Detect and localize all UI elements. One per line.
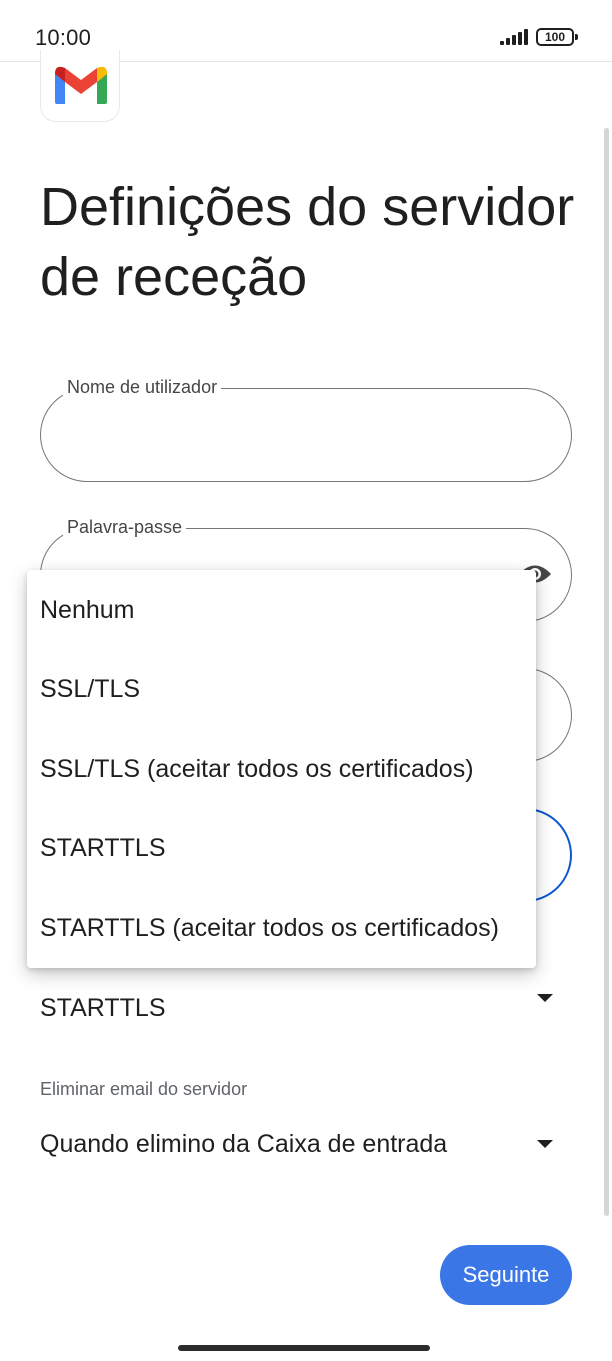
gmail-logo-icon bbox=[55, 66, 107, 104]
page-title: Definições do servidor de receção bbox=[40, 177, 575, 307]
username-field[interactable]: Nome de utilizador bbox=[40, 377, 572, 482]
security-type-select[interactable]: STARTTLS bbox=[40, 994, 166, 1023]
battery-tip bbox=[575, 34, 578, 40]
scrollbar[interactable] bbox=[604, 128, 609, 1216]
menu-item-none[interactable]: Nenhum bbox=[27, 570, 536, 650]
delete-email-label: Eliminar email do servidor bbox=[40, 1079, 248, 1099]
menu-item-ssl-tls-accept-all[interactable]: SSL/TLS (aceitar todos os certificados) bbox=[27, 729, 536, 809]
security-type-menu: Nenhum SSL/TLS SSL/TLS (aceitar todos os… bbox=[27, 570, 536, 968]
delete-email-select[interactable]: Quando elimino da Caixa de entrada bbox=[40, 1130, 447, 1159]
menu-item-starttls-accept-all[interactable]: STARTTLS (aceitar todos os certificados) bbox=[27, 888, 536, 968]
home-indicator[interactable] bbox=[178, 1345, 430, 1351]
dropdown-arrow-icon[interactable] bbox=[537, 994, 553, 1002]
status-time: 10:00 bbox=[35, 25, 92, 50]
signal-icon bbox=[500, 29, 528, 45]
dropdown-arrow-icon[interactable] bbox=[537, 1140, 553, 1148]
battery-icon: 100 bbox=[536, 28, 574, 46]
password-label: Palavra-passe bbox=[63, 517, 187, 538]
next-button[interactable]: Seguinte bbox=[440, 1245, 572, 1305]
app-logo bbox=[40, 50, 120, 122]
menu-item-ssl-tls[interactable]: SSL/TLS bbox=[27, 649, 536, 729]
username-label: Nome de utilizador bbox=[63, 377, 222, 398]
menu-item-starttls[interactable]: STARTTLS bbox=[27, 808, 536, 888]
